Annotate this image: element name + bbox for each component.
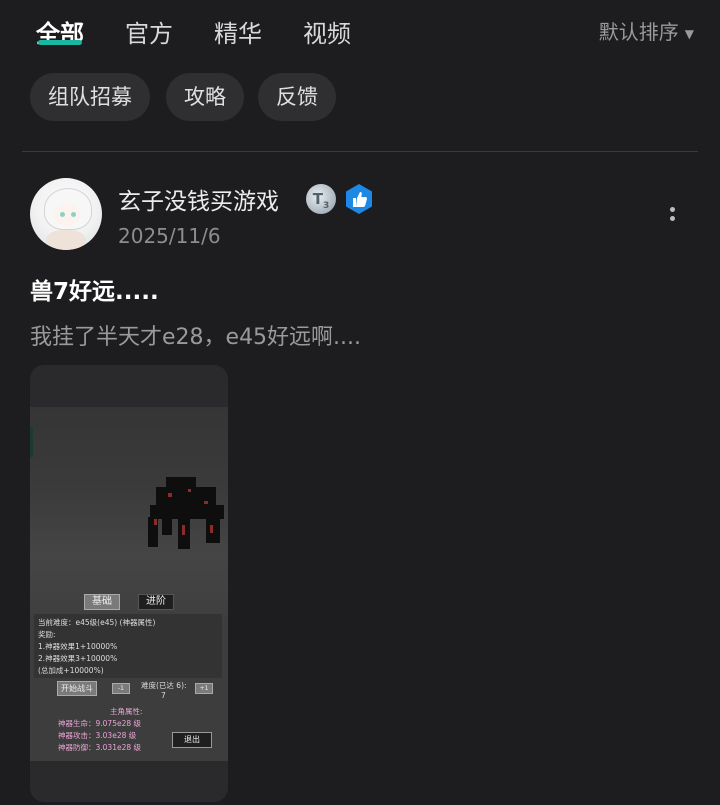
post-date: 2025/11/6 (118, 224, 221, 248)
chip-feedback[interactable]: 反馈 (258, 73, 336, 121)
caret-down-icon: ▼ (684, 26, 694, 41)
level-badge-icon: T3 (306, 184, 336, 214)
tab-video[interactable]: 视频 (303, 14, 351, 49)
thumbs-up-badge-icon (346, 184, 372, 214)
game-decrement-button: -1 (112, 683, 130, 694)
game-increment-button: +1 (195, 683, 213, 694)
game-basic-button: 基础 (84, 594, 120, 610)
game-stat-defense: 神器防御：3.031e28 级 (58, 743, 142, 752)
author-name[interactable]: 玄子没钱买游戏 (118, 182, 279, 216)
game-stat-attack: 神器攻击：3.03e28 级 (58, 731, 137, 740)
post-title[interactable]: 兽7好远..... (30, 272, 159, 306)
game-info-line: 奖励: (38, 630, 56, 639)
tab-bar: 全部 官方 精华 视频 默认排序 ▼ (0, 0, 720, 60)
game-info-line: 2.神器效果3+10000% (38, 654, 118, 663)
game-difficulty-label: 难度(已达 6): (141, 681, 187, 690)
avatar[interactable] (30, 178, 102, 250)
game-info-line: (总加成+10000%) (38, 666, 104, 675)
post-image[interactable]: 基础 进阶 当前难度：e45级(e45) (神器属性) 奖励: 1.神器效果1+… (30, 365, 228, 802)
game-info-box: 当前难度：e45级(e45) (神器属性) 奖励: 1.神器效果1+10000%… (34, 614, 222, 678)
game-difficulty-value: 7 (161, 691, 166, 700)
level-badge-letter: T (312, 190, 323, 208)
chip-team-recruit[interactable]: 组队招募 (30, 73, 150, 121)
game-screenshot: 基础 进阶 当前难度：e45级(e45) (神器属性) 奖励: 1.神器效果1+… (30, 407, 228, 761)
game-stats-title: 主角属性: (110, 707, 143, 716)
level-badge-number: 3 (322, 201, 330, 211)
divider (22, 151, 698, 152)
active-tab-indicator (38, 40, 82, 45)
sort-dropdown[interactable]: 默认排序 ▼ (599, 16, 694, 45)
game-exit-button: 退出 (172, 732, 212, 748)
game-advanced-button: 进阶 (138, 594, 174, 610)
chip-guide[interactable]: 攻略 (166, 73, 244, 121)
sort-label: 默认排序 (598, 20, 679, 44)
tab-official[interactable]: 官方 (125, 14, 173, 49)
more-options-icon[interactable] (664, 202, 680, 226)
monster-sprite-icon (148, 477, 224, 549)
game-start-battle-button: 开始战斗 (57, 681, 97, 696)
game-info-line: 当前难度：e45级(e45) (神器属性) (38, 618, 156, 627)
battle-scene (30, 407, 228, 617)
game-info-line: 1.神器效果1+10000% (38, 642, 118, 651)
post-body[interactable]: 我挂了半天才e28，e45好远啊.... (30, 319, 361, 351)
game-stat-hp: 神器生命：9.075e28 级 (58, 719, 142, 728)
tab-featured[interactable]: 精华 (214, 14, 262, 49)
